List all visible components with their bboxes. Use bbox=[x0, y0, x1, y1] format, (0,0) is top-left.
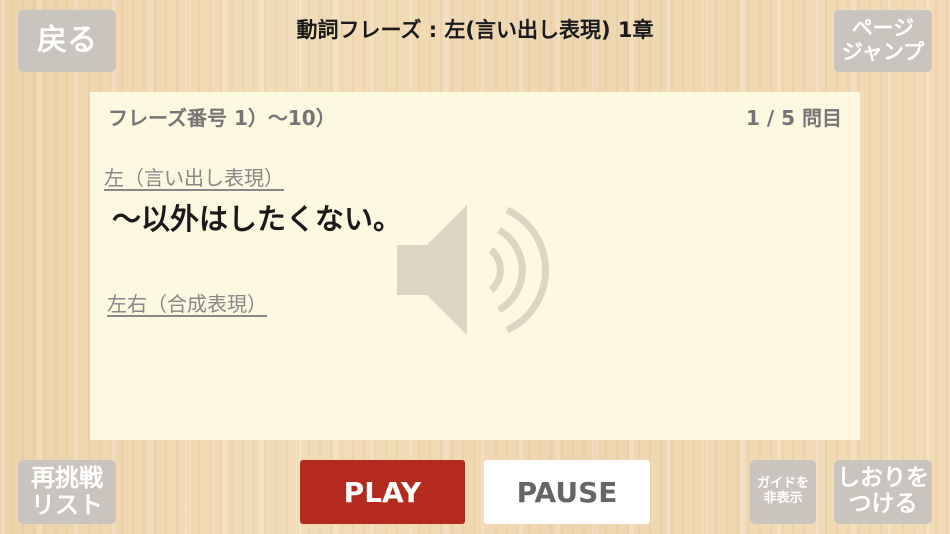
bookmark-button[interactable]: しおりを つける bbox=[834, 460, 932, 524]
pause-button[interactable]: PAUSE bbox=[484, 460, 650, 524]
phrase-left-link[interactable]: 左（言い出し表現） bbox=[104, 162, 284, 191]
hide-guide-label-line2: 非表示 bbox=[763, 491, 803, 506]
play-button-label: PLAY bbox=[343, 475, 422, 509]
page-jump-label-line2: ジャンプ bbox=[841, 40, 925, 64]
back-button[interactable]: 戻る bbox=[18, 10, 116, 72]
phrase-sentence: 〜以外はしたくない。 bbox=[112, 202, 403, 236]
page-jump-label-line1: ページ bbox=[851, 16, 915, 41]
play-button[interactable]: PLAY bbox=[300, 460, 465, 524]
retry-list-label-line1: 再挑戦 bbox=[31, 464, 103, 493]
phrase-range-label: フレーズ番号 1）〜10） bbox=[108, 106, 336, 130]
phrase-leftright-link[interactable]: 左右（合成表現） bbox=[107, 288, 267, 317]
bookmark-label-line1: しおりを bbox=[837, 465, 929, 492]
pause-button-label: PAUSE bbox=[516, 475, 618, 509]
hide-guide-label-line1: ガイドを bbox=[756, 476, 809, 492]
speaker-icon[interactable] bbox=[395, 200, 565, 340]
hide-guide-button[interactable]: ガイドを 非表示 bbox=[750, 460, 816, 524]
retry-list-button[interactable]: 再挑戦 リスト bbox=[18, 460, 116, 524]
retry-list-label-line2: リスト bbox=[31, 491, 103, 519]
question-counter: 1 / 5 問目 bbox=[745, 106, 842, 130]
page-jump-button[interactable]: ページ ジャンプ bbox=[834, 10, 932, 72]
back-button-label: 戻る bbox=[37, 23, 97, 59]
phrase-card: フレーズ番号 1）〜10） 1 / 5 問目 左（言い出し表現） 〜以外はしたく… bbox=[90, 92, 860, 440]
bookmark-label-line2: つける bbox=[848, 491, 918, 517]
page-title: 動詞フレーズ : 左(言い出し表現) 1章 bbox=[296, 18, 654, 42]
